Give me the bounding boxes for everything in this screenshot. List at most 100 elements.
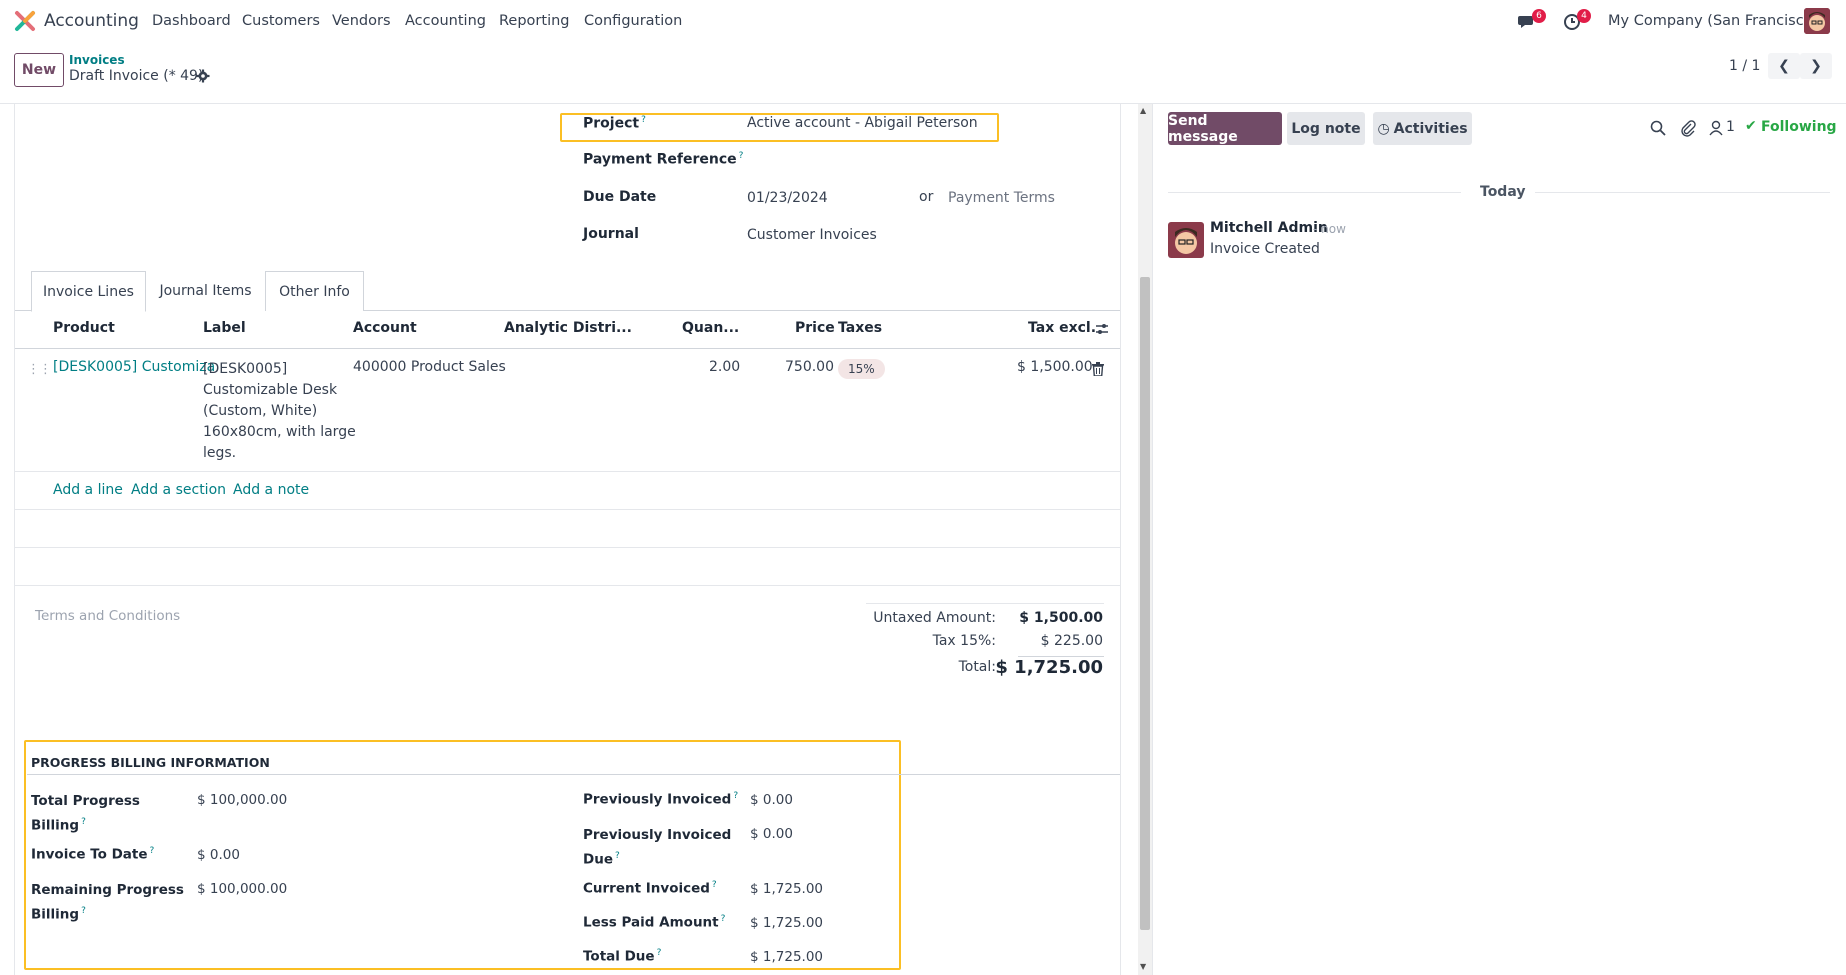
activities-button[interactable]: 4: [1563, 9, 1591, 34]
invoice-to-date-value: $ 0.00: [197, 847, 240, 863]
company-switcher[interactable]: My Company (San Francisco): [1608, 13, 1818, 29]
or-text: or: [919, 189, 934, 205]
less-paid-amount-value: $ 1,725.00: [750, 915, 823, 931]
total-progress-billing-label: Total Progress Billing?: [31, 793, 140, 834]
project-field[interactable]: Active account - Abigail Peterson: [747, 115, 978, 131]
untaxed-amount-value: $ 1,500.00: [1019, 610, 1103, 626]
control-panel: New Invoices Draft Invoice (* 49) 1 / 1 …: [0, 44, 1846, 104]
terms-conditions-input[interactable]: Terms and Conditions: [35, 608, 180, 624]
scrollbar-thumb[interactable]: [1140, 277, 1150, 930]
menu-accounting[interactable]: Accounting: [405, 13, 486, 29]
progress-billing-title: PROGRESS BILLING INFORMATION: [31, 755, 270, 770]
add-note-link[interactable]: Add a note: [233, 482, 309, 498]
column-tax-excl[interactable]: Tax excl.: [1028, 320, 1096, 336]
pager-previous-button[interactable]: ❮: [1768, 53, 1800, 79]
avatar-face-icon: [1168, 222, 1204, 258]
column-analytic[interactable]: Analytic Distri...: [504, 320, 632, 336]
paperclip-icon[interactable]: [1680, 119, 1696, 137]
column-quantity[interactable]: Quan...: [682, 320, 739, 336]
send-message-button[interactable]: Send message: [1168, 112, 1282, 145]
avatar-face-icon: [1804, 8, 1830, 34]
row-label-line: legs.: [203, 445, 237, 461]
row-tax-tag[interactable]: 15%: [838, 359, 885, 379]
tab-other-info[interactable]: Other Info: [265, 271, 364, 311]
project-label: Project?: [583, 115, 646, 132]
drag-handle-icon[interactable]: ⋮⋮: [27, 362, 52, 377]
pager-next-button[interactable]: ❯: [1800, 53, 1832, 79]
column-label[interactable]: Label: [203, 320, 246, 336]
optional-columns-icon[interactable]: [1095, 322, 1109, 336]
message-body: Invoice Created: [1210, 241, 1320, 257]
row-divider: [15, 585, 1120, 586]
menu-vendors[interactable]: Vendors: [332, 13, 391, 29]
record-title: Draft Invoice (* 49): [69, 68, 204, 84]
current-invoiced-label: Current Invoiced?: [583, 880, 717, 897]
message-author[interactable]: Mitchell Admin: [1210, 220, 1328, 236]
following-button[interactable]: Following: [1761, 119, 1837, 135]
column-taxes[interactable]: Taxes: [838, 320, 882, 336]
pager-value[interactable]: 1 / 1: [1729, 58, 1760, 74]
message-author-avatar[interactable]: [1168, 222, 1204, 258]
tax-value: $ 225.00: [1040, 633, 1103, 649]
totals-top-border: [866, 603, 1104, 604]
add-section-link[interactable]: Add a section: [131, 482, 226, 498]
messages-button[interactable]: 6: [1518, 9, 1546, 34]
scroll-up-icon[interactable]: ▲: [1140, 106, 1146, 115]
activities-chatter-button[interactable]: ◷ Activities: [1373, 112, 1472, 145]
gear-icon[interactable]: [196, 69, 210, 83]
menu-reporting[interactable]: Reporting: [499, 13, 570, 29]
column-price[interactable]: Price: [795, 320, 835, 336]
add-line-link[interactable]: Add a line: [53, 482, 123, 498]
menu-dashboard[interactable]: Dashboard: [152, 13, 231, 29]
scroll-down-icon[interactable]: ▼: [1140, 962, 1146, 971]
total-value: $ 1,725.00: [995, 657, 1103, 678]
menu-configuration[interactable]: Configuration: [584, 13, 682, 29]
payment-terms-field[interactable]: Payment Terms: [948, 190, 1055, 206]
chevron-right-icon: ❯: [1810, 58, 1822, 74]
breadcrumb-invoices[interactable]: Invoices: [69, 53, 125, 67]
date-separator-line: [1535, 192, 1830, 193]
row-subtotal: $ 1,500.00: [1017, 359, 1093, 375]
trash-icon[interactable]: [1092, 362, 1104, 376]
row-label-line: 160x80cm, with large: [203, 424, 356, 440]
new-button[interactable]: New: [14, 53, 64, 87]
previously-invoiced-due-label: Previously Invoiced Due?: [583, 827, 732, 868]
tab-invoice-lines[interactable]: Invoice Lines: [31, 271, 146, 312]
row-divider: [15, 471, 1120, 472]
odoo-logo-icon: [15, 11, 35, 31]
user-avatar[interactable]: [1804, 8, 1830, 34]
previously-invoiced-label: Previously Invoiced?: [583, 791, 739, 808]
column-product[interactable]: Product: [53, 320, 115, 336]
row-quantity[interactable]: 2.00: [709, 359, 740, 375]
log-note-button[interactable]: Log note: [1287, 112, 1365, 145]
due-date-field[interactable]: 01/23/2024: [747, 190, 828, 206]
invoice-to-date-label: Invoice To Date?: [31, 846, 155, 863]
untaxed-amount-label: Untaxed Amount:: [873, 610, 996, 626]
journal-label: Journal: [583, 226, 639, 242]
row-product[interactable]: [DESK0005] Customiza: [53, 359, 215, 375]
search-icon[interactable]: [1650, 120, 1666, 136]
total-progress-billing-value: $ 100,000.00: [197, 792, 288, 808]
previously-invoiced-value: $ 0.00: [750, 792, 793, 808]
clock-icon: ◷: [1377, 120, 1390, 137]
journal-field[interactable]: Customer Invoices: [747, 227, 877, 243]
followers-count[interactable]: 1: [1726, 119, 1735, 135]
row-label[interactable]: [DESK0005] Customizable Desk (Custom, Wh…: [203, 359, 356, 464]
tab-journal-items[interactable]: Journal Items: [146, 271, 265, 311]
row-divider: [15, 509, 1120, 510]
message-time: - now: [1313, 222, 1346, 236]
total-due-value: $ 1,725.00: [750, 949, 823, 965]
previously-invoiced-due-value: $ 0.00: [750, 826, 793, 842]
follower-icon[interactable]: [1709, 120, 1723, 136]
remaining-progress-billing-label: Remaining Progress Billing?: [31, 882, 184, 923]
check-icon: ✔: [1745, 118, 1757, 134]
row-account[interactable]: 400000 Product Sales: [353, 359, 506, 375]
activities-badge: 4: [1577, 9, 1591, 23]
app-brand[interactable]: Accounting: [14, 10, 139, 32]
payment-reference-input[interactable]: [747, 148, 1107, 170]
row-label-line: Customizable Desk: [203, 382, 338, 398]
remaining-progress-billing-value: $ 100,000.00: [197, 881, 288, 897]
column-account[interactable]: Account: [353, 320, 417, 336]
menu-customers[interactable]: Customers: [242, 13, 320, 29]
row-price[interactable]: 750.00: [785, 359, 834, 375]
